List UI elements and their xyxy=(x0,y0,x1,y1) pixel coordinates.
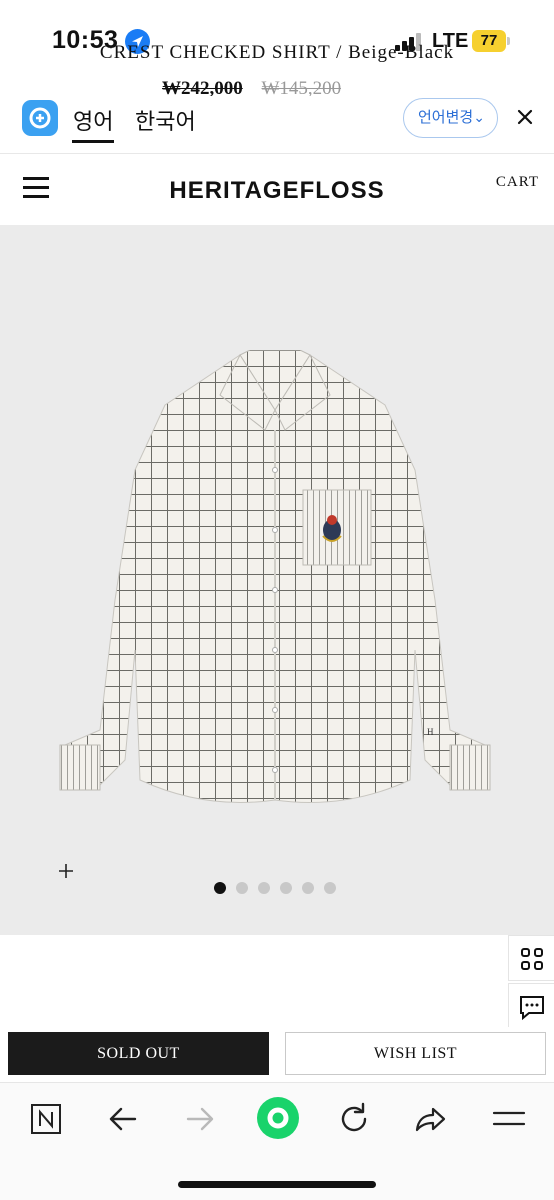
action-bar: SOLD OUT WISH LIST xyxy=(0,1027,554,1082)
zoom-plus-icon[interactable] xyxy=(55,860,77,882)
translate-bar: 영어 한국어 언어변경 ⌄ xyxy=(0,86,554,154)
menu-icon[interactable] xyxy=(489,1099,529,1139)
product-info xyxy=(0,935,508,1035)
price-current: ₩242,000 xyxy=(162,78,243,96)
product-title: CREST CHECKED SHIRT / Beige-Black xyxy=(99,42,455,63)
svg-text:H: H xyxy=(427,727,434,737)
product-prices: ₩242,000 ₩145,200 xyxy=(162,78,341,96)
cart-link[interactable]: CART xyxy=(496,174,539,191)
tab-korean[interactable]: 한국어 xyxy=(135,104,196,136)
active-tab-underline xyxy=(72,140,114,143)
carousel-pagination xyxy=(214,882,336,894)
carousel-dot[interactable] xyxy=(280,882,292,894)
green-dot-icon[interactable] xyxy=(256,1096,300,1140)
chat-bubble-icon xyxy=(520,996,544,1021)
carousel-dot[interactable] xyxy=(258,882,270,894)
back-icon[interactable] xyxy=(104,1099,144,1139)
grid-icon xyxy=(521,948,543,970)
carousel-dot[interactable] xyxy=(214,882,226,894)
carousel-dot[interactable] xyxy=(236,882,248,894)
translator-logo-icon xyxy=(22,100,58,136)
chevron-down-icon: ⌄ xyxy=(473,109,485,125)
wish-list-button[interactable]: WISH LIST xyxy=(285,1032,546,1075)
product-image-carousel[interactable]: H xyxy=(0,225,554,935)
brand-logo[interactable]: HERITAGEFLOSS xyxy=(0,177,554,205)
close-icon[interactable] xyxy=(512,104,538,130)
chat-button[interactable] xyxy=(508,983,554,1029)
site-header: HERITAGEFLOSS CART xyxy=(0,155,554,225)
forward-icon[interactable] xyxy=(181,1099,221,1139)
change-language-button[interactable]: 언어변경 ⌄ xyxy=(403,98,498,138)
product-shirt-image: H xyxy=(59,350,491,803)
carousel-dot[interactable] xyxy=(324,882,336,894)
share-icon[interactable] xyxy=(411,1099,451,1139)
tab-english[interactable]: 영어 xyxy=(73,104,113,136)
price-original: ₩145,200 xyxy=(261,78,342,96)
naver-icon[interactable] xyxy=(27,1099,67,1139)
home-indicator xyxy=(178,1181,376,1188)
carousel-dot[interactable] xyxy=(302,882,314,894)
status-bar: 10:53 LTE 77 xyxy=(0,0,554,80)
change-language-label: 언어변경 xyxy=(418,109,474,126)
sold-out-button[interactable]: SOLD OUT xyxy=(8,1032,269,1075)
grid-view-button[interactable] xyxy=(508,935,554,981)
reload-icon[interactable] xyxy=(334,1099,374,1139)
browser-toolbar xyxy=(0,1082,554,1200)
